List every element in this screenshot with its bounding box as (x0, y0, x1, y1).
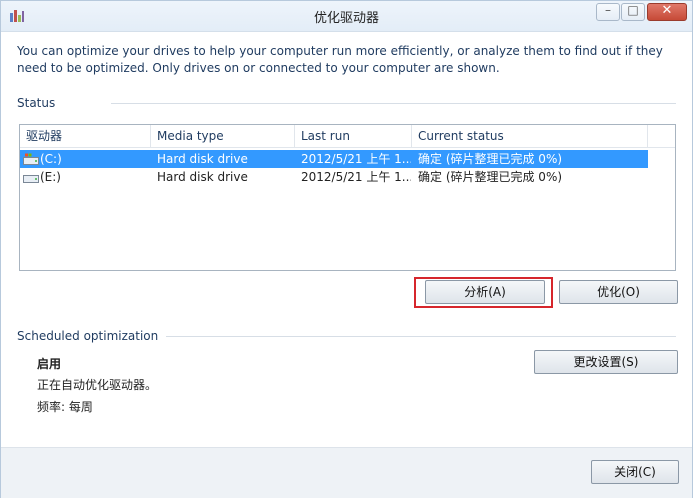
drive-name: (C:) (40, 152, 62, 166)
optimize-drives-window: 优化驱动器 – □ ✕ You can optimize your drives… (0, 0, 693, 498)
window-title: 优化驱动器 (313, 11, 379, 26)
description-text: You can optimize your drives to help you… (17, 44, 663, 75)
schedule-state: 启用 (37, 357, 62, 371)
schedule-frequency: 频率: 每周 (37, 400, 93, 414)
title-bar[interactable]: 优化驱动器 – □ ✕ (1, 1, 692, 32)
drives-list-header: 驱动器 Media type Last run Current status (20, 125, 675, 148)
change-settings-button[interactable]: 更改设置(S) (534, 350, 678, 374)
scheduled-divider (166, 336, 676, 337)
schedule-detail: 正在自动优化驱动器。 (37, 378, 158, 392)
drive-media-type: Hard disk drive (157, 152, 248, 166)
column-header-current-status[interactable]: Current status (412, 125, 648, 147)
minimize-button[interactable]: – (596, 3, 620, 21)
minimize-icon: – (605, 3, 611, 17)
status-divider (111, 103, 676, 104)
drive-last-run: 2012/5/21 上午 1... (301, 170, 411, 184)
drive-media-type: Hard disk drive (157, 170, 248, 184)
maximize-icon: □ (627, 3, 639, 17)
system-drive-icon (23, 153, 39, 165)
drive-row-e[interactable]: (E:) Hard disk drive 2012/5/21 上午 1... 确… (20, 168, 648, 186)
footer-bar: 关闭(C) (1, 447, 692, 498)
drive-last-run: 2012/5/21 上午 1... (301, 152, 411, 166)
maximize-button[interactable]: □ (621, 3, 645, 21)
close-window-button[interactable]: ✕ (647, 3, 687, 21)
optimize-button[interactable]: 优化(O) (559, 280, 678, 304)
drive-row-c[interactable]: (C:) Hard disk drive 2012/5/21 上午 1... 确… (20, 150, 648, 168)
status-section-label: Status (17, 96, 56, 110)
drive-status: 确定 (碎片整理已完成 0%) (418, 170, 563, 184)
drive-name: (E:) (40, 170, 61, 184)
close-icon: ✕ (661, 3, 673, 18)
column-header-last-run[interactable]: Last run (295, 125, 412, 147)
drives-list[interactable]: 驱动器 Media type Last run Current status (… (19, 124, 676, 271)
analyze-button[interactable]: 分析(A) (425, 280, 545, 304)
close-button[interactable]: 关闭(C) (591, 460, 679, 484)
scheduled-section-label: Scheduled optimization (17, 329, 159, 343)
hard-drive-icon (23, 175, 39, 183)
drive-status: 确定 (碎片整理已完成 0%) (418, 152, 563, 166)
column-header-drive[interactable]: 驱动器 (20, 125, 151, 147)
column-header-media-type[interactable]: Media type (151, 125, 295, 147)
